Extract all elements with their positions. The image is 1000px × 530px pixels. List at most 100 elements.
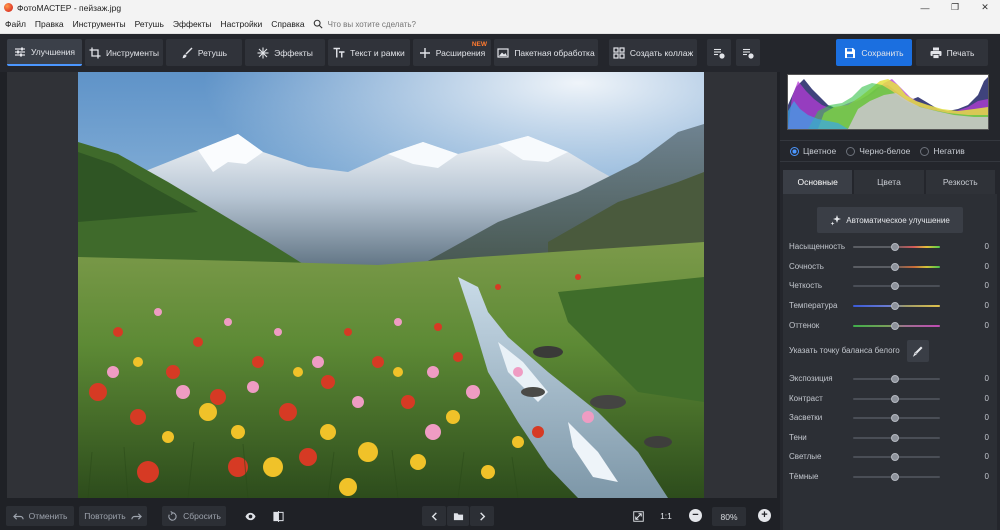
slider-temperature-knob[interactable]: [891, 302, 899, 310]
reset-button[interactable]: Сбросить: [162, 506, 226, 526]
compare-button[interactable]: [268, 506, 288, 526]
menu-retouch[interactable]: Ретушь: [131, 19, 168, 29]
tab-tools[interactable]: Инструменты: [85, 39, 163, 66]
slider-exposure-knob[interactable]: [891, 375, 899, 383]
slider-highlights[interactable]: Засветки 0: [783, 411, 997, 425]
tab-enhance[interactable]: Улучшения: [7, 39, 82, 66]
save-label: Сохранить: [861, 47, 904, 58]
slider-clarity-label: Четкость: [789, 281, 823, 290]
fit-to-screen-button[interactable]: [628, 506, 648, 526]
mode-bw-radio[interactable]: [846, 146, 856, 156]
eyedropper-button[interactable]: [907, 340, 929, 362]
mode-bw-label: Черно-белое: [859, 146, 911, 156]
slider-clarity-knob[interactable]: [891, 282, 899, 290]
landscape-photo-image: [78, 72, 704, 498]
presets-info-button[interactable]: [736, 39, 760, 66]
title-bar: ФотоМАСТЕР - пейзаж.jpg — ❐ ✕: [0, 0, 1000, 15]
preview-toggle-button[interactable]: [240, 506, 260, 526]
slider-tint-knob[interactable]: [891, 322, 899, 330]
slider-shadows[interactable]: Тени 0: [783, 431, 997, 445]
menu-effects[interactable]: Эффекты: [169, 19, 216, 29]
zoom-level[interactable]: 80%: [712, 507, 746, 526]
slider-tint-value: 0: [984, 321, 989, 330]
minimize-button[interactable]: —: [910, 0, 940, 15]
presets-add-button[interactable]: [707, 39, 731, 66]
tab-text-frames[interactable]: Текст и рамки: [328, 39, 410, 66]
tab-retouch-label: Ретушь: [197, 47, 228, 58]
sparkle-icon: [257, 47, 269, 58]
slider-contrast[interactable]: Контраст 0: [783, 392, 997, 406]
previous-image-button[interactable]: [422, 506, 446, 526]
tab-sharpness[interactable]: Резкость: [925, 170, 995, 194]
slider-whites[interactable]: Светлые 0: [783, 450, 997, 464]
slider-vibrance[interactable]: Сочность 0: [783, 260, 997, 274]
batch-processing-button[interactable]: Пакетная обработка: [494, 39, 598, 66]
window-title: ФотоМАСТЕР - пейзаж.jpg: [17, 2, 122, 13]
tab-effects[interactable]: Эффекты: [245, 39, 325, 66]
mode-color[interactable]: Цветное: [790, 146, 836, 156]
slider-saturation[interactable]: Насыщенность 0: [783, 240, 997, 254]
slider-temperature-value: 0: [984, 301, 989, 310]
slider-blacks-label: Тёмные: [789, 472, 819, 481]
slider-temperature-label: Температура: [789, 301, 838, 310]
slider-clarity[interactable]: Четкость 0: [783, 279, 997, 293]
sliders-icon: [14, 47, 25, 56]
tab-effects-label: Эффекты: [274, 47, 313, 58]
zoom-out-button[interactable]: −: [689, 509, 702, 522]
slider-exposure-label: Экспозиция: [789, 374, 833, 383]
slider-saturation-knob[interactable]: [891, 243, 899, 251]
mode-bw[interactable]: Черно-белое: [846, 146, 910, 156]
slider-whites-value: 0: [984, 452, 989, 461]
main-toolbar: Улучшения Инструменты Ретушь Эффекты Тек…: [0, 34, 1000, 72]
slider-saturation-value: 0: [984, 242, 989, 251]
menu-tools[interactable]: Инструменты: [69, 19, 130, 29]
print-button[interactable]: Печать: [916, 39, 988, 66]
app-logo-icon: [4, 3, 13, 12]
slider-vibrance-knob[interactable]: [891, 263, 899, 271]
close-button[interactable]: ✕: [970, 0, 1000, 15]
restore-button[interactable]: ❐: [940, 0, 970, 15]
slider-contrast-knob[interactable]: [891, 395, 899, 403]
tab-extensions[interactable]: Расширения NEW: [413, 39, 491, 66]
collage-icon: [613, 46, 625, 59]
next-image-button[interactable]: [470, 506, 494, 526]
slider-whites-knob[interactable]: [891, 453, 899, 461]
mode-negative-radio[interactable]: [920, 146, 930, 156]
slider-shadows-knob[interactable]: [891, 434, 899, 442]
search-input[interactable]: [327, 19, 448, 29]
tab-basic[interactable]: Основные: [783, 170, 853, 194]
slider-blacks[interactable]: Тёмные 0: [783, 470, 997, 484]
menu-help[interactable]: Справка: [267, 19, 308, 29]
reset-icon: [168, 510, 177, 521]
slider-highlights-knob[interactable]: [891, 414, 899, 422]
create-collage-button[interactable]: Создать коллаж: [609, 39, 697, 66]
slider-temperature[interactable]: Температура 0: [783, 299, 997, 313]
undo-button[interactable]: Отменить: [6, 506, 74, 526]
menu-file[interactable]: Файл: [1, 19, 30, 29]
zoom-in-button[interactable]: +: [758, 509, 771, 522]
auto-enhance-button[interactable]: Автоматическое улучшение: [817, 207, 963, 233]
eyedropper-icon: [912, 346, 923, 357]
collage-label: Создать коллаж: [629, 47, 694, 58]
redo-button[interactable]: Повторить: [79, 506, 147, 526]
image-canvas[interactable]: [7, 72, 777, 498]
tab-extensions-label: Расширения: [435, 47, 486, 58]
undo-icon: [12, 512, 24, 520]
slider-tint[interactable]: Оттенок 0: [783, 319, 997, 333]
mode-negative[interactable]: Негатив: [920, 146, 965, 156]
crop-icon: [89, 47, 101, 58]
fit-screen-icon: [632, 510, 644, 522]
save-button[interactable]: Сохранить: [836, 39, 912, 66]
photo-landscape[interactable]: [78, 72, 704, 498]
tab-colors[interactable]: Цвета: [854, 170, 924, 194]
menu-edit[interactable]: Правка: [31, 19, 68, 29]
slider-highlights-label: Засветки: [789, 413, 823, 422]
mode-color-radio[interactable]: [790, 146, 799, 156]
slider-exposure[interactable]: Экспозиция 0: [783, 372, 997, 386]
actual-size-button[interactable]: 1:1: [655, 506, 677, 526]
tab-retouch[interactable]: Ретушь: [166, 39, 242, 66]
open-folder-button[interactable]: [447, 506, 469, 526]
slider-blacks-knob[interactable]: [891, 473, 899, 481]
menu-settings[interactable]: Настройки: [217, 19, 267, 29]
slider-contrast-value: 0: [984, 394, 989, 403]
